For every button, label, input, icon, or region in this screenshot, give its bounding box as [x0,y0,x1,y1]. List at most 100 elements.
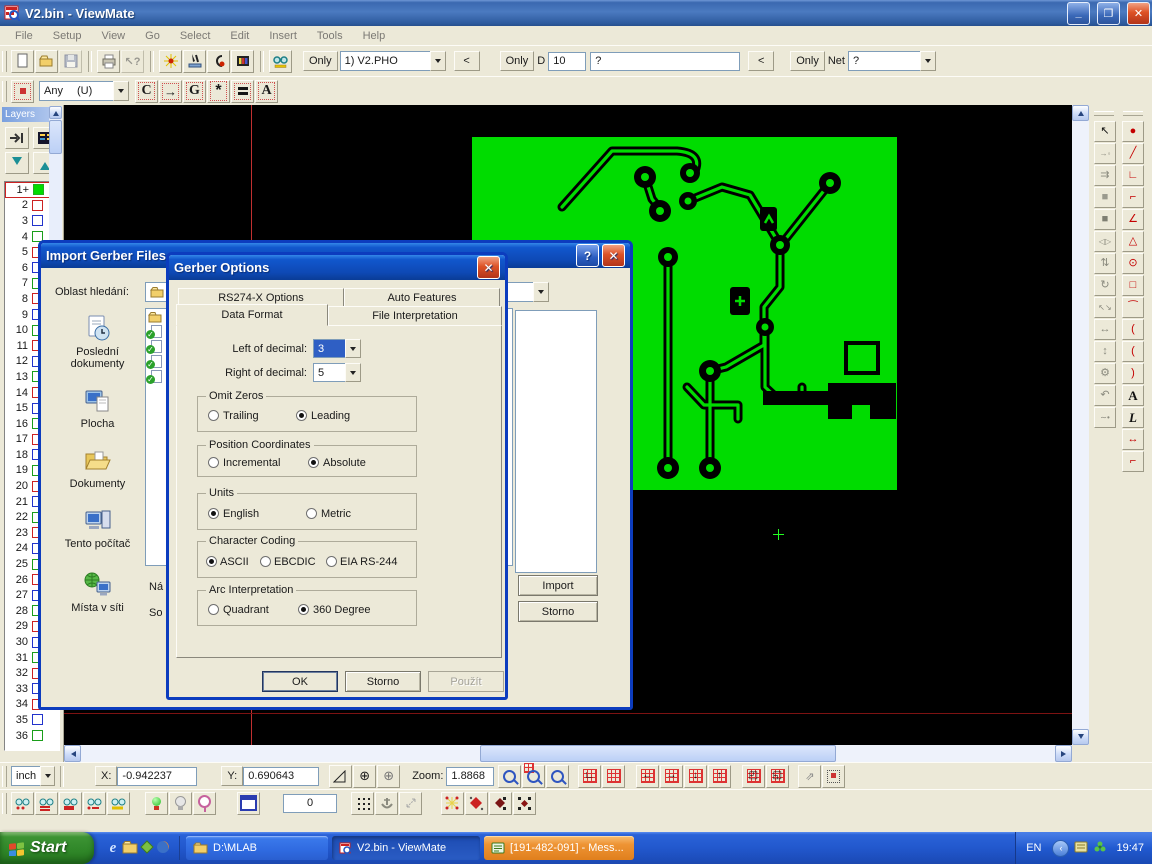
layer-color-swatch[interactable] [33,184,44,195]
help-select-button[interactable]: ↖? [121,50,144,73]
pan-up-button[interactable]: ↑ [708,765,731,788]
probe-button[interactable] [193,792,216,815]
chevron-down-icon[interactable] [533,282,549,302]
layers-scroll-thumb[interactable] [49,120,62,154]
snap-grid-button[interactable] [351,792,374,815]
cancel-button[interactable]: Storno [518,601,598,622]
grid-corner-button[interactable]: ◰ [742,765,765,788]
toolbar-grip[interactable] [2,793,7,814]
scope-view-button[interactable] [159,50,182,73]
language-indicator[interactable]: EN [1026,842,1041,854]
dotted-select-button[interactable] [822,765,845,788]
canvas-vertical-scrollbar[interactable] [1072,105,1089,745]
highlight-off-button[interactable] [169,792,192,815]
quadrant-radio[interactable] [208,604,219,615]
incremental-radio[interactable] [208,457,219,468]
eia-radio[interactable] [326,556,337,567]
select-c-button[interactable]: C [135,80,158,103]
scroll-up-icon[interactable] [49,106,62,119]
ok-button[interactable]: OK [262,671,338,692]
text-tool[interactable] [1122,385,1144,406]
pan-left-button[interactable]: ← [636,765,659,788]
place-network[interactable]: Místa v síti [50,570,145,614]
angle-ruler-button[interactable] [329,765,352,788]
clock[interactable]: 19:47 [1116,842,1144,854]
view-traces-button[interactable] [35,792,58,815]
chevron-down-icon[interactable] [40,766,55,786]
snap-value-field[interactable]: 0 [283,794,337,813]
place-documents[interactable]: Dokumenty [50,446,145,490]
layer-combobox[interactable]: 1) V2.PHO [340,51,446,71]
undo-tool[interactable] [1094,385,1116,406]
restore-icon[interactable]: ❐ [1097,2,1120,25]
scroll-right-icon[interactable] [1055,745,1072,762]
drag-measure-button[interactable] [399,792,422,815]
open-file-button[interactable] [35,50,58,73]
label-tool[interactable] [1122,407,1144,428]
select-bars-button[interactable] [231,80,254,103]
menu-tools[interactable]: Tools [308,28,352,44]
measure-tools-button[interactable] [183,50,206,73]
unit-combobox[interactable]: inch [11,766,55,786]
selected-files-list[interactable] [515,310,597,573]
pad-fill-tool[interactable] [1094,187,1116,208]
help-icon[interactable]: ? [576,244,599,267]
filter-combobox[interactable]: Any(U) [39,81,129,101]
scroll-down-icon[interactable] [1072,729,1089,745]
palette-grip[interactable] [1094,111,1114,116]
menu-select[interactable]: Select [171,28,220,44]
select-tool[interactable] [1094,121,1116,142]
tab-file-interpretation[interactable]: File Interpretation [328,306,502,326]
trailing-radio[interactable] [208,410,219,421]
corner-handles-tool[interactable] [1094,297,1116,318]
select-star-button[interactable]: * [207,80,230,103]
move-selection-tool[interactable] [1094,319,1116,340]
place-desktop[interactable]: Plocha [50,386,145,430]
save-file-button[interactable] [59,50,82,73]
menu-setup[interactable]: Setup [44,28,91,44]
anchor-button[interactable] [375,792,398,815]
select-text-button[interactable]: A [255,80,278,103]
curve-tool[interactable] [1122,319,1144,340]
print-button[interactable] [97,50,120,73]
toolbar-grip[interactable] [2,51,7,72]
quicklaunch-folder-icon[interactable] [122,840,139,857]
crosshair-button[interactable]: ⊕ [353,765,376,788]
pattern-pad-button[interactable] [465,792,488,815]
arc-point-tool[interactable] [1122,341,1144,362]
menu-edit[interactable]: Edit [221,28,258,44]
left-decimal-combobox[interactable]: 3 [313,339,361,358]
place-recent-documents[interactable]: Poslední dokumenty [50,314,145,370]
triangle-tool[interactable] [1122,231,1144,252]
taskbar-task-mlab[interactable]: D:\MLAB [186,836,328,860]
taskbar-task-viewmate[interactable]: V2.bin - ViewMate [332,836,480,860]
tab-auto-features[interactable]: Auto Features [344,288,500,306]
chevron-down-icon[interactable] [113,81,129,101]
only-layer-button[interactable]: Only [303,51,338,71]
rotate-tool[interactable] [1094,275,1116,296]
chord-tool[interactable] [1122,297,1144,318]
layer-color-swatch[interactable] [32,730,43,741]
extract-tool[interactable] [1094,407,1116,428]
replace-items-tool[interactable] [1094,165,1116,186]
apply-button[interactable]: Použít [428,671,504,692]
ascii-radio[interactable] [206,556,217,567]
quicklaunch-app-icon[interactable] [139,840,155,857]
stretch-arrow-button[interactable]: ⇗ [798,765,821,788]
quicklaunch-ie-icon[interactable]: e [104,840,122,857]
sketch-arc-tool[interactable] [1122,363,1144,384]
english-radio[interactable] [208,508,219,519]
scroll-left-icon[interactable] [64,745,81,762]
replace-dcode-tool[interactable] [1094,143,1116,164]
place-my-computer[interactable]: Tento počítač [50,506,145,550]
cancel-button[interactable]: Storno [345,671,421,692]
layer-color-swatch[interactable] [32,714,43,725]
tray-notes-icon[interactable] [1074,840,1088,856]
prev-dcode-button[interactable]: < [748,51,774,71]
toolbar-grip[interactable] [2,81,7,102]
layer-dock-button[interactable] [5,127,29,149]
close-icon[interactable]: ✕ [477,256,500,279]
locate-point-button[interactable]: ⊕ [377,765,400,788]
horizontal-scroll-thumb[interactable] [480,745,836,762]
zoom-query-button[interactable] [546,765,569,788]
